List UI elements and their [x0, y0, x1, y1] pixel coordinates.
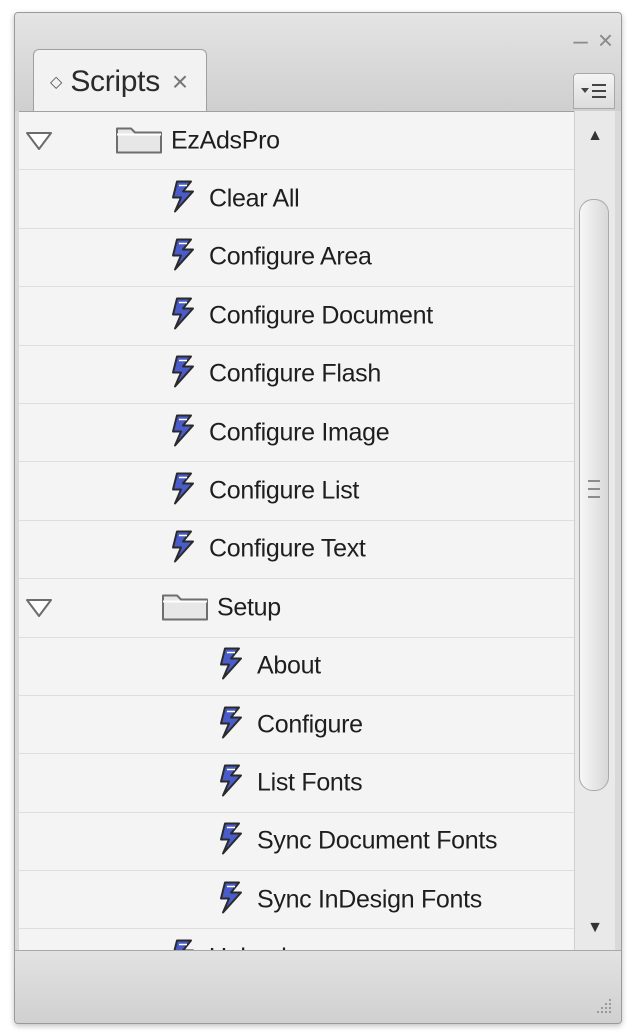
panel-titlebar: – × ◇ Scripts × — [15, 13, 621, 113]
script-icon — [169, 472, 197, 511]
script-icon — [217, 880, 245, 919]
tree-script-row[interactable]: Configure Image — [19, 404, 581, 463]
tree-item-label: Sync InDesign Fonts — [257, 885, 482, 914]
disclosure-triangle-icon[interactable] — [25, 598, 53, 618]
scrollbar-thumb[interactable] — [579, 199, 609, 791]
tree-item-label: EzAdsPro — [171, 126, 280, 155]
scripts-tree-list: EzAdsPro Clear All Configure Area Configure… — [19, 111, 581, 954]
resize-grip-icon[interactable] — [593, 995, 613, 1015]
tree-script-row[interactable]: Clear All — [19, 170, 581, 229]
folder-icon — [161, 589, 209, 626]
panel-menu-button[interactable] — [573, 73, 615, 109]
script-icon — [217, 705, 245, 744]
tree-item-label: Configure Image — [209, 418, 390, 447]
tree-script-row[interactable]: About — [19, 638, 581, 696]
tree-item-label: Configure Area — [209, 242, 372, 271]
script-icon — [217, 647, 245, 686]
vertical-scrollbar[interactable]: ▲ ▼ — [574, 111, 615, 953]
tree-script-row[interactable]: Sync Document Fonts — [19, 813, 581, 872]
minimize-button[interactable]: – — [573, 27, 587, 53]
script-icon — [169, 296, 197, 335]
panel-menu-icon — [581, 84, 606, 98]
scroll-up-arrow-icon[interactable]: ▲ — [575, 111, 615, 161]
tree-item-label: Sync Document Fonts — [257, 826, 498, 855]
tree-script-row[interactable]: List Fonts — [19, 754, 581, 813]
script-icon — [217, 763, 245, 802]
tree-folder-row[interactable]: EzAdsPro — [19, 112, 581, 171]
script-icon — [169, 180, 197, 219]
script-icon — [217, 822, 245, 861]
tree-item-label: Configure Text — [209, 534, 366, 563]
panel-bottom-bar — [15, 950, 621, 1023]
tree-script-row[interactable]: Configure Flash — [19, 346, 581, 404]
script-icon — [169, 355, 197, 394]
tree-script-row[interactable]: Configure — [19, 696, 581, 755]
tab-scripts[interactable]: ◇ Scripts × — [33, 49, 208, 113]
diamond-icon: ◇ — [50, 73, 63, 91]
tree-item-label: Setup — [217, 593, 281, 622]
tab-close-icon[interactable]: × — [172, 66, 188, 98]
tree-script-row[interactable]: Sync InDesign Fonts — [19, 871, 581, 930]
close-button[interactable]: × — [598, 27, 613, 53]
folder-icon — [115, 122, 163, 159]
window-controls: – × — [573, 27, 613, 53]
script-icon — [169, 413, 197, 452]
disclosure-triangle-icon[interactable] — [25, 131, 53, 151]
tree-item-label: Clear All — [209, 184, 300, 213]
tree-script-row[interactable]: Configure Area — [19, 229, 581, 288]
tree-script-row[interactable]: Configure Text — [19, 521, 581, 580]
tree-item-label: Configure Flash — [209, 359, 381, 388]
tree-item-label: Configure List — [209, 476, 360, 505]
tab-label: Scripts — [70, 64, 160, 98]
thumb-grip-icon — [588, 480, 600, 498]
tree-item-label: Configure — [257, 710, 363, 739]
tree-folder-row[interactable]: Setup — [19, 579, 581, 638]
tree-item-label: Configure Document — [209, 301, 433, 330]
scripts-panel: – × ◇ Scripts × EzAdsPro Clear All Configu… — [14, 12, 622, 1024]
tree-script-row[interactable]: Configure Document — [19, 287, 581, 346]
script-icon — [169, 530, 197, 569]
script-icon — [169, 238, 197, 277]
scroll-down-arrow-icon[interactable]: ▼ — [575, 903, 615, 953]
tree-script-row[interactable]: Configure List — [19, 462, 581, 521]
tree-item-label: List Fonts — [257, 768, 363, 797]
tree-item-label: About — [257, 651, 321, 680]
